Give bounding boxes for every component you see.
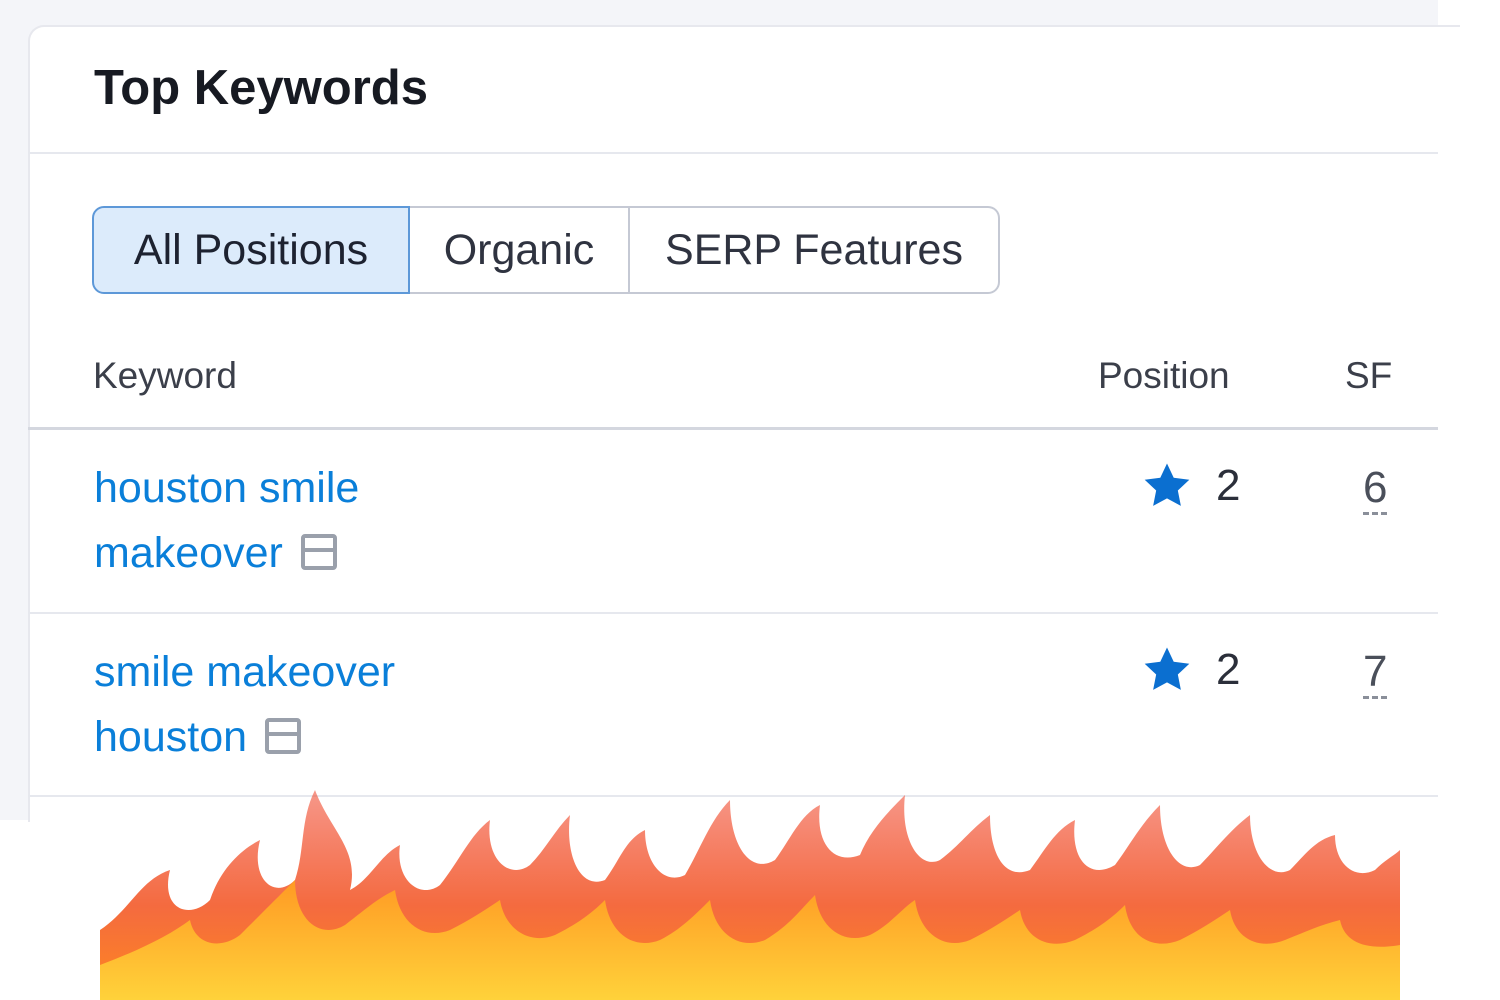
star-icon	[1144, 647, 1190, 690]
position-cell: 2	[1140, 644, 1240, 696]
screenshot: Top Keywords All Positions Organic SERP …	[0, 0, 1500, 1000]
card-title: Top Keywords	[94, 61, 428, 115]
position-filter-tabs: All Positions Organic SERP Features	[92, 206, 1000, 298]
tab-serp-features[interactable]: SERP Features	[630, 206, 1000, 294]
serp-snippet-icon[interactable]	[265, 717, 302, 754]
position-cell: 2	[1140, 460, 1240, 512]
header-divider	[28, 152, 1438, 154]
tab-organic[interactable]: Organic	[410, 206, 630, 294]
position-value: 2	[1216, 645, 1241, 694]
keyword-line: houston smile	[94, 464, 360, 512]
serp-snippet-icon[interactable]	[300, 533, 337, 570]
sf-count-link[interactable]: 6	[1363, 466, 1388, 515]
star-icon	[1144, 463, 1190, 506]
column-header-position[interactable]: Position	[1098, 355, 1230, 397]
keyword-line: houston	[94, 713, 248, 761]
fire-decoration	[100, 790, 1400, 1000]
sf-count-link[interactable]: 7	[1363, 650, 1388, 699]
keyword-link[interactable]: houston smile makeover	[94, 456, 359, 586]
tab-all-positions[interactable]: All Positions	[92, 206, 410, 294]
column-header-keyword[interactable]: Keyword	[93, 355, 237, 397]
keyword-link[interactable]: smile makeover houston	[94, 640, 395, 770]
position-value: 2	[1216, 461, 1241, 510]
keyword-line: smile makeover	[94, 648, 396, 696]
column-header-sf[interactable]: SF	[1345, 355, 1392, 397]
table-row: houston smile makeover 2 6	[28, 430, 1438, 612]
keyword-line: makeover	[94, 529, 283, 577]
